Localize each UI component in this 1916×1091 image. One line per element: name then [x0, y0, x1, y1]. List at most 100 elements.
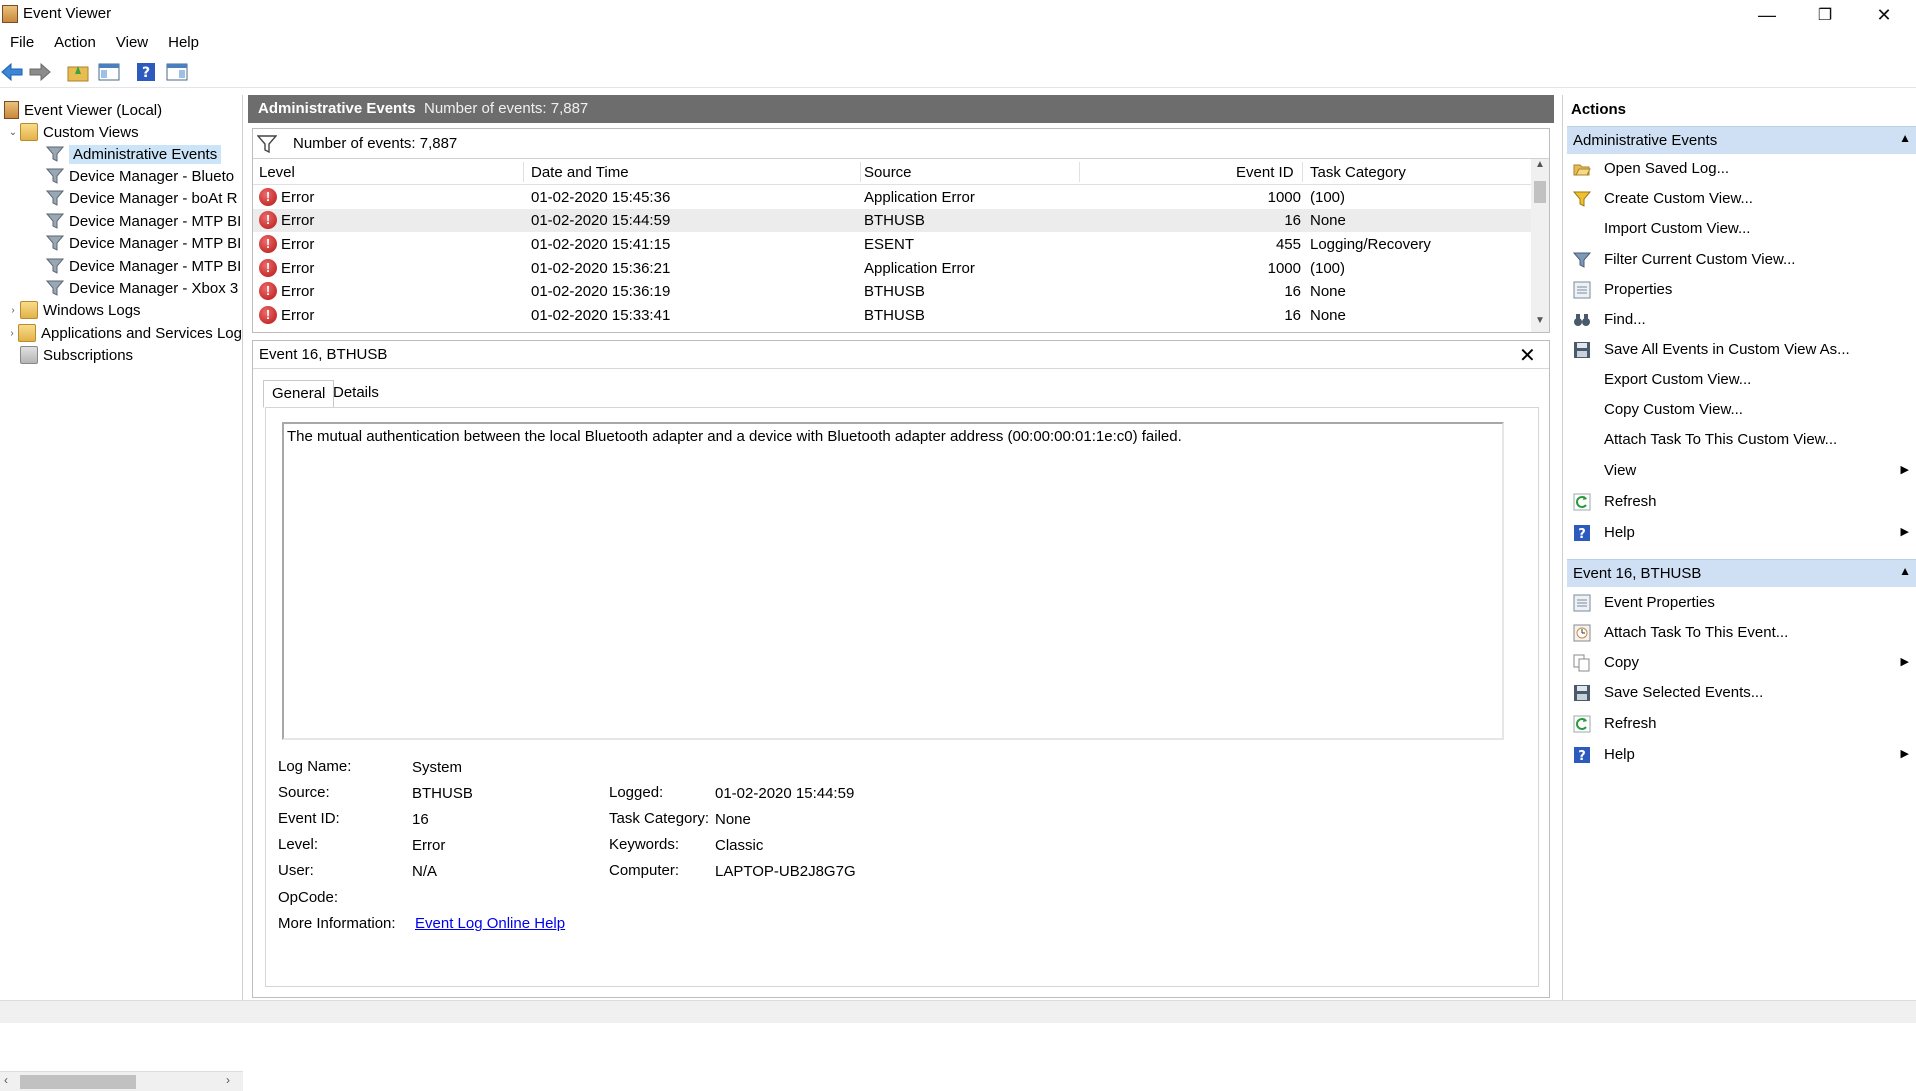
- back-arrow-icon[interactable]: [0, 60, 24, 84]
- action-properties[interactable]: Properties: [1567, 276, 1916, 304]
- table-row[interactable]: ! Error 01-02-2020 15:41:15 ESENT 455 Lo…: [253, 233, 1531, 256]
- menu-file[interactable]: File: [0, 32, 44, 56]
- tree-item-device-manager-mtp-1[interactable]: Device Manager - MTP BI: [46, 210, 242, 232]
- tree-item-event-viewer-local[interactable]: Event Viewer (Local): [4, 99, 162, 121]
- collapse-up-icon[interactable]: ▲: [1899, 131, 1911, 145]
- tree-item-applications-services-logs[interactable]: › Applications and Services Log: [6, 322, 242, 344]
- label-level: Level:: [278, 836, 319, 853]
- table-row[interactable]: ! Error 01-02-2020 15:45:36 Application …: [253, 186, 1531, 209]
- action-help-event[interactable]: ? Help ▶: [1567, 741, 1916, 769]
- forward-arrow-icon[interactable]: [28, 60, 52, 84]
- events-vertical-scrollbar[interactable]: ▲ ▼: [1531, 159, 1549, 332]
- value-level[interactable]: Error: [412, 837, 445, 854]
- close-button[interactable]: ✕: [1855, 0, 1913, 30]
- value-keywords[interactable]: Classic: [715, 837, 763, 854]
- scroll-down-arrow-icon[interactable]: ▼: [1535, 315, 1545, 326]
- actions-title: Actions: [1571, 101, 1627, 118]
- action-find[interactable]: Find...: [1567, 306, 1916, 334]
- create-filter-icon: [1573, 191, 1591, 207]
- detail-title: Event 16, BTHUSB: [259, 346, 388, 363]
- tree-horizontal-scrollbar[interactable]: ‹ ›: [0, 1071, 243, 1091]
- action-copy-custom-view[interactable]: Copy Custom View...: [1567, 396, 1916, 424]
- scrollbar-thumb[interactable]: [20, 1075, 136, 1089]
- tree-item-windows-logs[interactable]: › Windows Logs: [6, 299, 141, 321]
- show-hide-tree-icon[interactable]: [97, 60, 121, 84]
- action-filter-current-custom-view[interactable]: Filter Current Custom View...: [1567, 246, 1916, 274]
- column-task-category[interactable]: Task Category: [1310, 164, 1406, 181]
- action-create-custom-view[interactable]: Create Custom View...: [1567, 185, 1916, 213]
- action-attach-task-custom-view[interactable]: Attach Task To This Custom View...: [1567, 426, 1916, 454]
- filter-funnel-icon: [46, 235, 64, 251]
- column-event-id[interactable]: Event ID: [1236, 164, 1294, 181]
- event-description[interactable]: The mutual authentication between the lo…: [282, 422, 1504, 740]
- action-save-selected-events[interactable]: Save Selected Events...: [1567, 679, 1916, 707]
- action-view[interactable]: View ▶: [1567, 457, 1916, 485]
- value-source[interactable]: BTHUSB: [412, 785, 473, 802]
- action-export-custom-view[interactable]: Export Custom View...: [1567, 366, 1916, 394]
- action-open-saved-log[interactable]: Open Saved Log...: [1567, 155, 1916, 183]
- tree-item-device-manager-mtp-2[interactable]: Device Manager - MTP BI: [46, 232, 242, 254]
- action-save-all-events[interactable]: Save All Events in Custom View As...: [1567, 336, 1916, 364]
- action-event-properties[interactable]: Event Properties: [1567, 589, 1916, 617]
- title-bar: Event Viewer — ❐ ✕: [0, 0, 1916, 30]
- actions-section-administrative-events[interactable]: Administrative Events ▲: [1567, 126, 1916, 154]
- scroll-right-arrow-icon[interactable]: ›: [226, 1073, 230, 1087]
- filter-funnel-icon: [46, 213, 64, 229]
- scroll-left-arrow-icon[interactable]: ‹: [4, 1073, 8, 1087]
- chevron-right-icon[interactable]: ›: [6, 328, 18, 339]
- up-folder-icon[interactable]: [66, 60, 90, 84]
- column-source[interactable]: Source: [864, 164, 912, 181]
- action-copy[interactable]: Copy ▶: [1567, 649, 1916, 677]
- value-task-category[interactable]: None: [715, 811, 751, 828]
- label-task-category: Task Category:: [609, 810, 710, 827]
- submenu-arrow-icon: ▶: [1900, 748, 1909, 760]
- event-log-online-help-link[interactable]: Event Log Online Help: [415, 915, 565, 932]
- tree-item-custom-views[interactable]: ⌄ Custom Views: [6, 121, 139, 143]
- collapse-up-icon[interactable]: ▲: [1899, 564, 1911, 578]
- show-hide-action-pane-icon[interactable]: [165, 60, 189, 84]
- value-computer[interactable]: LAPTOP-UB2J8G7G: [715, 863, 856, 880]
- table-row[interactable]: ! Error 01-02-2020 15:36:21 Application …: [253, 257, 1531, 280]
- action-refresh-event[interactable]: Refresh: [1567, 710, 1916, 738]
- help-icon[interactable]: ?: [134, 60, 158, 84]
- value-user[interactable]: N/A: [412, 863, 437, 880]
- menu-view[interactable]: View: [106, 32, 158, 56]
- column-level[interactable]: Level: [259, 164, 295, 181]
- menu-help[interactable]: Help: [158, 32, 209, 56]
- action-attach-task-event[interactable]: Attach Task To This Event...: [1567, 619, 1916, 647]
- column-date-time[interactable]: Date and Time: [531, 164, 629, 181]
- tab-details[interactable]: Details: [325, 380, 387, 408]
- filter-icon: [257, 135, 277, 153]
- action-import-custom-view[interactable]: Import Custom View...: [1567, 215, 1916, 243]
- chevron-right-icon[interactable]: ›: [6, 305, 20, 316]
- value-logged[interactable]: 01-02-2020 15:44:59: [715, 785, 854, 802]
- scrollbar-thumb[interactable]: [1534, 181, 1546, 203]
- actions-section-event[interactable]: Event 16, BTHUSB ▲: [1567, 559, 1916, 587]
- tree-item-administrative-events[interactable]: Administrative Events: [46, 143, 222, 165]
- save-disk-icon: [1574, 685, 1590, 701]
- menu-action[interactable]: Action: [44, 32, 106, 56]
- value-event-id[interactable]: 16: [412, 811, 429, 828]
- table-row-selected[interactable]: ! Error 01-02-2020 15:44:59 BTHUSB 16 No…: [253, 209, 1531, 232]
- label-more-information: More Information:: [278, 915, 396, 932]
- error-icon: !: [259, 188, 277, 206]
- chevron-down-icon[interactable]: ⌄: [6, 127, 20, 138]
- submenu-arrow-icon: ▶: [1900, 464, 1909, 476]
- value-log-name[interactable]: System: [412, 759, 462, 776]
- action-help[interactable]: ? Help ▶: [1567, 519, 1916, 547]
- tree-item-device-manager-xbox[interactable]: Device Manager - Xbox 3: [46, 277, 242, 299]
- table-row[interactable]: ! Error 01-02-2020 15:33:41 BTHUSB 16 No…: [253, 304, 1531, 327]
- table-row[interactable]: ! Error 01-02-2020 15:36:19 BTHUSB 16 No…: [253, 280, 1531, 303]
- scroll-up-arrow-icon[interactable]: ▲: [1535, 159, 1545, 170]
- detail-close-icon[interactable]: ✕: [1519, 343, 1536, 368]
- minimize-button[interactable]: —: [1738, 0, 1796, 30]
- detail-header: Event 16, BTHUSB ✕: [253, 341, 1549, 369]
- tree-item-device-manager-boat[interactable]: Device Manager - boAt R: [46, 187, 242, 209]
- tab-general[interactable]: General: [263, 380, 335, 408]
- tree-item-device-manager-bluetooth[interactable]: Device Manager - Blueto: [46, 165, 242, 187]
- action-refresh[interactable]: Refresh: [1567, 488, 1916, 516]
- tree-item-device-manager-mtp-3[interactable]: Device Manager - MTP BI: [46, 255, 242, 277]
- console-tree: Event Viewer (Local) ⌄ Custom Views Admi…: [0, 95, 243, 1091]
- maximize-button[interactable]: ❐: [1796, 0, 1854, 30]
- tree-item-subscriptions[interactable]: Subscriptions: [20, 344, 133, 366]
